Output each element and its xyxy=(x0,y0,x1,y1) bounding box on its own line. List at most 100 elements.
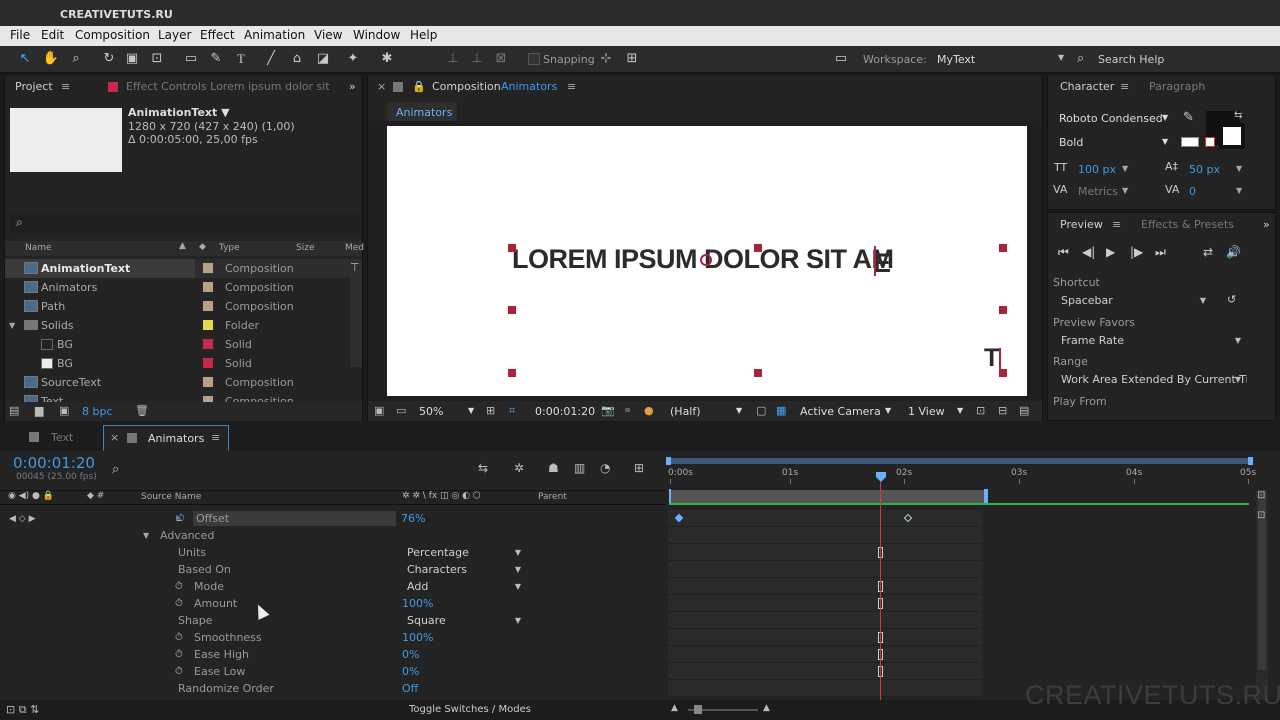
panel-expand-icon[interactable]: » xyxy=(1263,213,1270,237)
type-tool-icon[interactable]: T xyxy=(232,51,250,67)
new-composition-icon[interactable]: ▣ xyxy=(59,404,69,417)
property-value[interactable]: 100% xyxy=(402,595,433,612)
composition-nav-tab[interactable]: Animators xyxy=(387,102,457,121)
panel-menu-icon[interactable]: ≡ xyxy=(1120,75,1129,99)
tab-timeline-animators[interactable]: × Animators ≡ xyxy=(103,425,229,451)
axis-view-icon[interactable]: ⊠ xyxy=(492,51,510,67)
preview-favors-dropdown[interactable]: Frame Rate xyxy=(1055,332,1247,350)
time-navigator-bar[interactable] xyxy=(668,458,1253,464)
graph-editor-icon[interactable]: ⊞ xyxy=(634,461,644,475)
leading-value[interactable]: 50 px xyxy=(1189,163,1220,176)
stopwatch-icon[interactable]: ⏱ xyxy=(175,646,183,663)
no-color-icon[interactable] xyxy=(1205,137,1215,147)
expand-arrow-icon[interactable]: ▼ xyxy=(9,316,15,335)
menu-composition[interactable]: Composition xyxy=(75,28,150,42)
menu-layer[interactable]: Layer xyxy=(158,28,191,42)
project-item-name[interactable]: AnimationText ▼ xyxy=(128,106,230,119)
magnification-chevron-icon[interactable]: ▼ xyxy=(468,406,474,415)
layer-switches-toggle-icon[interactable]: ⊡ ⧉ ⇅ xyxy=(6,703,39,717)
col-med[interactable]: Med xyxy=(345,243,364,253)
label-color-icon[interactable] xyxy=(203,320,213,330)
property-value[interactable]: 76% xyxy=(401,510,425,527)
transform-handle[interactable] xyxy=(508,306,516,314)
property-dropdown[interactable]: Square xyxy=(401,612,527,629)
property-row[interactable]: ⏱ Smoothness 100% xyxy=(0,629,666,646)
shy-layers-icon[interactable]: ☗ xyxy=(548,461,559,475)
project-item[interactable]: BG Solid xyxy=(5,354,350,373)
pan-behind-tool-icon[interactable]: ⊡ xyxy=(148,51,166,67)
project-search-input[interactable]: ⌕ xyxy=(10,213,360,233)
menu-window[interactable]: Window xyxy=(353,28,400,42)
menu-file[interactable]: File xyxy=(10,28,30,42)
property-dropdown[interactable]: Characters xyxy=(401,561,527,578)
timeline-options-icon[interactable]: ⊡ xyxy=(1257,490,1265,501)
views-chevron-icon[interactable]: ▼ xyxy=(957,406,963,415)
draft-3d-icon[interactable]: ✲ xyxy=(514,461,524,475)
property-value[interactable]: 0% xyxy=(402,646,419,663)
label-color-icon[interactable] xyxy=(203,377,213,387)
new-folder-icon[interactable]: ▆ xyxy=(35,404,43,417)
mask-visibility-icon[interactable]: ⌗ xyxy=(509,404,515,418)
last-frame-icon[interactable]: ⏭ xyxy=(1155,245,1166,260)
label-color-icon[interactable] xyxy=(203,339,213,349)
menu-edit[interactable]: Edit xyxy=(41,28,64,42)
composition-canvas[interactable]: LOREM IPSUM DOLOR SIT AM E T xyxy=(387,126,1027,396)
frame-blending-icon[interactable]: ▥ xyxy=(574,461,585,475)
tab-project[interactable]: Project xyxy=(15,75,53,99)
swap-colors-icon[interactable]: ⇆ xyxy=(1234,110,1242,121)
first-frame-icon[interactable]: ⏮ xyxy=(1058,245,1069,260)
resolution-chevron-icon[interactable]: ▼ xyxy=(736,406,742,415)
parent-header[interactable]: Parent xyxy=(538,492,567,502)
font-size-value[interactable]: 100 px xyxy=(1078,163,1116,176)
range-dropdown[interactable]: Work Area Extended By Current Ti xyxy=(1055,371,1247,389)
trash-icon[interactable]: 🗑 xyxy=(135,404,149,417)
monitor-icon[interactable]: ▭ xyxy=(396,404,406,417)
transform-handle[interactable] xyxy=(999,369,1007,377)
col-type[interactable]: Type xyxy=(219,243,240,253)
bit-depth-button[interactable]: 8 bpc xyxy=(82,405,113,418)
project-item[interactable]: ▼ Solids Folder xyxy=(5,316,350,335)
stopwatch-icon[interactable]: ⏱ xyxy=(177,510,185,527)
tab-composition-name[interactable]: Animators xyxy=(501,75,557,99)
lock-icon[interactable]: 🔒 xyxy=(412,75,426,99)
property-row[interactable]: ⏱ Ease High 0% xyxy=(0,646,666,663)
snapshot-icon[interactable]: 📷 xyxy=(601,404,615,417)
property-row[interactable]: ⏱ Ease Low 0% xyxy=(0,663,666,680)
tab-timeline-text[interactable]: Text xyxy=(51,431,73,444)
transform-handle[interactable] xyxy=(999,244,1007,252)
tab-character[interactable]: Character xyxy=(1060,75,1114,99)
zoom-slider-thumb[interactable] xyxy=(694,705,702,714)
always-preview-icon[interactable]: ▣ xyxy=(374,404,384,417)
close-tab-icon[interactable]: × xyxy=(377,75,386,99)
property-row[interactable]: ⏱ Mode Add xyxy=(0,578,666,595)
font-size-chevron-icon[interactable]: ▼ xyxy=(1122,164,1128,173)
menu-help[interactable]: Help xyxy=(410,28,437,42)
stopwatch-icon[interactable]: ⏱ xyxy=(175,629,183,646)
selection-tool-icon[interactable]: ↖ xyxy=(16,51,34,67)
eraser-tool-icon[interactable]: ◪ xyxy=(314,51,332,67)
composition-mini-flowchart-icon[interactable]: ⇆ xyxy=(478,461,488,475)
tab-effect-controls[interactable]: Effect Controls Lorem ipsum dolor sit xyxy=(126,75,330,99)
zoom-out-icon[interactable]: ▲ xyxy=(671,703,678,713)
toggle-switches-modes-button[interactable]: Toggle Switches / Modes xyxy=(409,704,531,715)
timeline-search-icon[interactable]: ⌕ xyxy=(112,462,119,477)
property-value[interactable]: 100% xyxy=(402,629,433,646)
fast-previews-icon[interactable]: ⊟ xyxy=(998,404,1007,417)
property-value[interactable]: 0% xyxy=(402,663,419,680)
snap-options-icon[interactable]: ⊹ xyxy=(597,51,615,67)
tab-preview[interactable]: Preview xyxy=(1060,213,1103,237)
property-row[interactable]: Based On Characters xyxy=(0,561,666,578)
brush-tool-icon[interactable]: ╱ xyxy=(262,51,280,67)
stopwatch-icon[interactable]: ⏱ xyxy=(175,663,183,680)
eyedropper-icon[interactable]: ✎ xyxy=(1183,110,1194,125)
property-row[interactable]: ⏱ Amount 100% xyxy=(0,595,666,612)
project-item[interactable]: Text Composition xyxy=(5,392,350,402)
tracking-value[interactable]: 0 xyxy=(1189,185,1196,198)
axis-local-icon[interactable]: ⊥ xyxy=(444,51,462,67)
menu-animation[interactable]: Animation xyxy=(244,28,305,42)
search-help-input[interactable]: Search Help xyxy=(1098,53,1164,66)
panel-menu-icon[interactable]: ≡ xyxy=(1112,213,1121,237)
project-item[interactable]: AnimationText Composition xyxy=(5,259,350,278)
resolution-dropdown[interactable]: (Half) xyxy=(670,405,701,418)
timeline-scrollbar[interactable] xyxy=(1256,490,1268,700)
